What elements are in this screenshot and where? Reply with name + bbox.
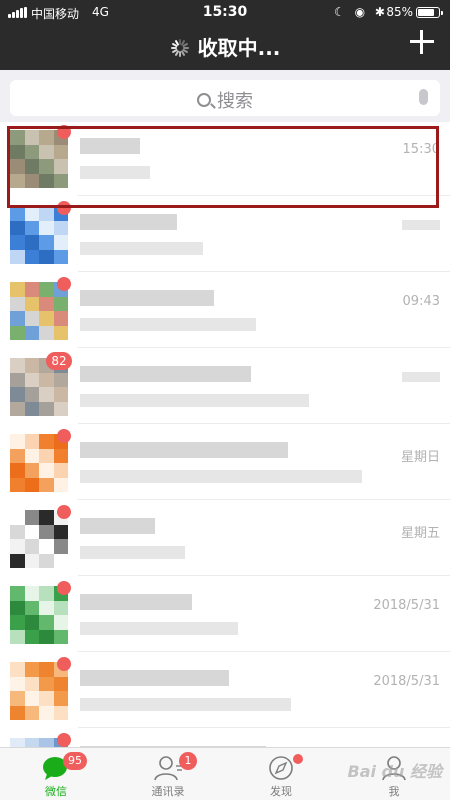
chat-time-redacted	[402, 372, 440, 382]
avatar	[10, 434, 68, 492]
row-divider	[78, 575, 450, 576]
status-bar: 中国移动 4G 15:30 ☾ ◉ ✱ 85%	[0, 0, 450, 24]
row-divider	[78, 499, 450, 500]
chat-time: 2018/5/31	[373, 674, 440, 689]
tab-badge-count: 95	[63, 752, 87, 770]
avatar	[10, 282, 68, 340]
tab-badge-count: 1	[179, 752, 197, 770]
contact-name-redacted	[80, 442, 288, 458]
chat-row[interactable]: 星期日	[0, 426, 450, 500]
message-preview-redacted	[80, 242, 203, 255]
loading-spinner-icon	[170, 38, 190, 58]
page-title-text: 收取中...	[197, 36, 281, 60]
chat-row[interactable]: 2018/5/31	[0, 654, 450, 728]
message-preview-redacted	[80, 546, 185, 559]
search-area: 搜索	[0, 70, 450, 122]
unread-dot-badge	[57, 733, 71, 747]
row-divider	[78, 347, 450, 348]
tab-bar: 95 微信 1 通讯录 发现 我 Bai du 经验	[0, 747, 450, 800]
highlight-box	[7, 126, 439, 208]
row-divider	[78, 727, 450, 728]
tab-badge-dot	[293, 754, 303, 764]
tab-label: 通讯录	[151, 785, 185, 798]
row-divider	[78, 423, 450, 424]
chat-time: 星期日	[400, 450, 440, 465]
avatar	[10, 510, 68, 568]
search-bar[interactable]: 搜索	[10, 80, 440, 116]
message-preview-redacted	[80, 394, 309, 407]
message-preview-redacted	[80, 698, 291, 711]
message-preview-redacted	[80, 318, 256, 331]
tab-label: 发现	[270, 785, 292, 798]
chat-row[interactable]: 82	[0, 350, 450, 424]
page-title: 收取中...	[0, 32, 450, 61]
avatar	[10, 662, 68, 720]
unread-dot-badge	[57, 429, 71, 443]
tab-wechat[interactable]: 95 微信	[0, 748, 112, 800]
chat-time-redacted	[402, 220, 440, 230]
unread-dot-badge	[57, 277, 71, 291]
tab-discover[interactable]: 发现	[225, 748, 337, 800]
contact-name-redacted	[80, 290, 214, 306]
battery-icon	[416, 7, 443, 18]
chat-time: 星期五	[400, 526, 440, 541]
microphone-icon[interactable]	[419, 89, 428, 105]
message-preview-redacted	[80, 470, 362, 483]
contact-name-redacted	[80, 518, 155, 534]
tab-contacts[interactable]: 1 通讯录	[112, 748, 224, 800]
chat-row[interactable]	[0, 198, 450, 272]
chat-list: 15:3009:4382星期日星期五2018/5/312018/5/312018…	[0, 122, 450, 747]
chat-row[interactable]: 2018/5/31	[0, 578, 450, 652]
status-icons: ☾ ◉ ✱	[334, 5, 388, 19]
chat-time: 09:43	[402, 294, 440, 309]
tab-label: 微信	[45, 785, 67, 798]
row-divider	[78, 651, 450, 652]
contact-name-redacted	[80, 594, 192, 610]
tab-label: 我	[388, 785, 400, 798]
unread-dot-badge	[57, 657, 71, 671]
unread-count-badge: 82	[46, 352, 72, 370]
battery-percent: 85%	[386, 5, 413, 19]
chat-row[interactable]: 09:43	[0, 274, 450, 348]
plus-icon[interactable]	[410, 30, 434, 54]
contact-name-redacted	[80, 214, 177, 230]
chat-row[interactable]: 2018/5/31	[0, 730, 450, 747]
avatar	[10, 586, 68, 644]
unread-dot-badge	[57, 581, 71, 595]
watermark: Bai du 经验	[347, 762, 442, 781]
contact-name-redacted	[80, 670, 229, 686]
top-bar: 中国移动 4G 15:30 ☾ ◉ ✱ 85% 收取中...	[0, 0, 450, 70]
contact-name-redacted	[80, 366, 251, 382]
chat-row[interactable]: 星期五	[0, 502, 450, 576]
compass-icon	[269, 756, 293, 780]
message-preview-redacted	[80, 622, 238, 635]
avatar	[10, 206, 68, 264]
search-placeholder: 搜索	[217, 91, 253, 112]
search-icon	[197, 93, 211, 107]
row-divider	[78, 271, 450, 272]
chat-time: 2018/5/31	[373, 598, 440, 613]
unread-dot-badge	[57, 505, 71, 519]
